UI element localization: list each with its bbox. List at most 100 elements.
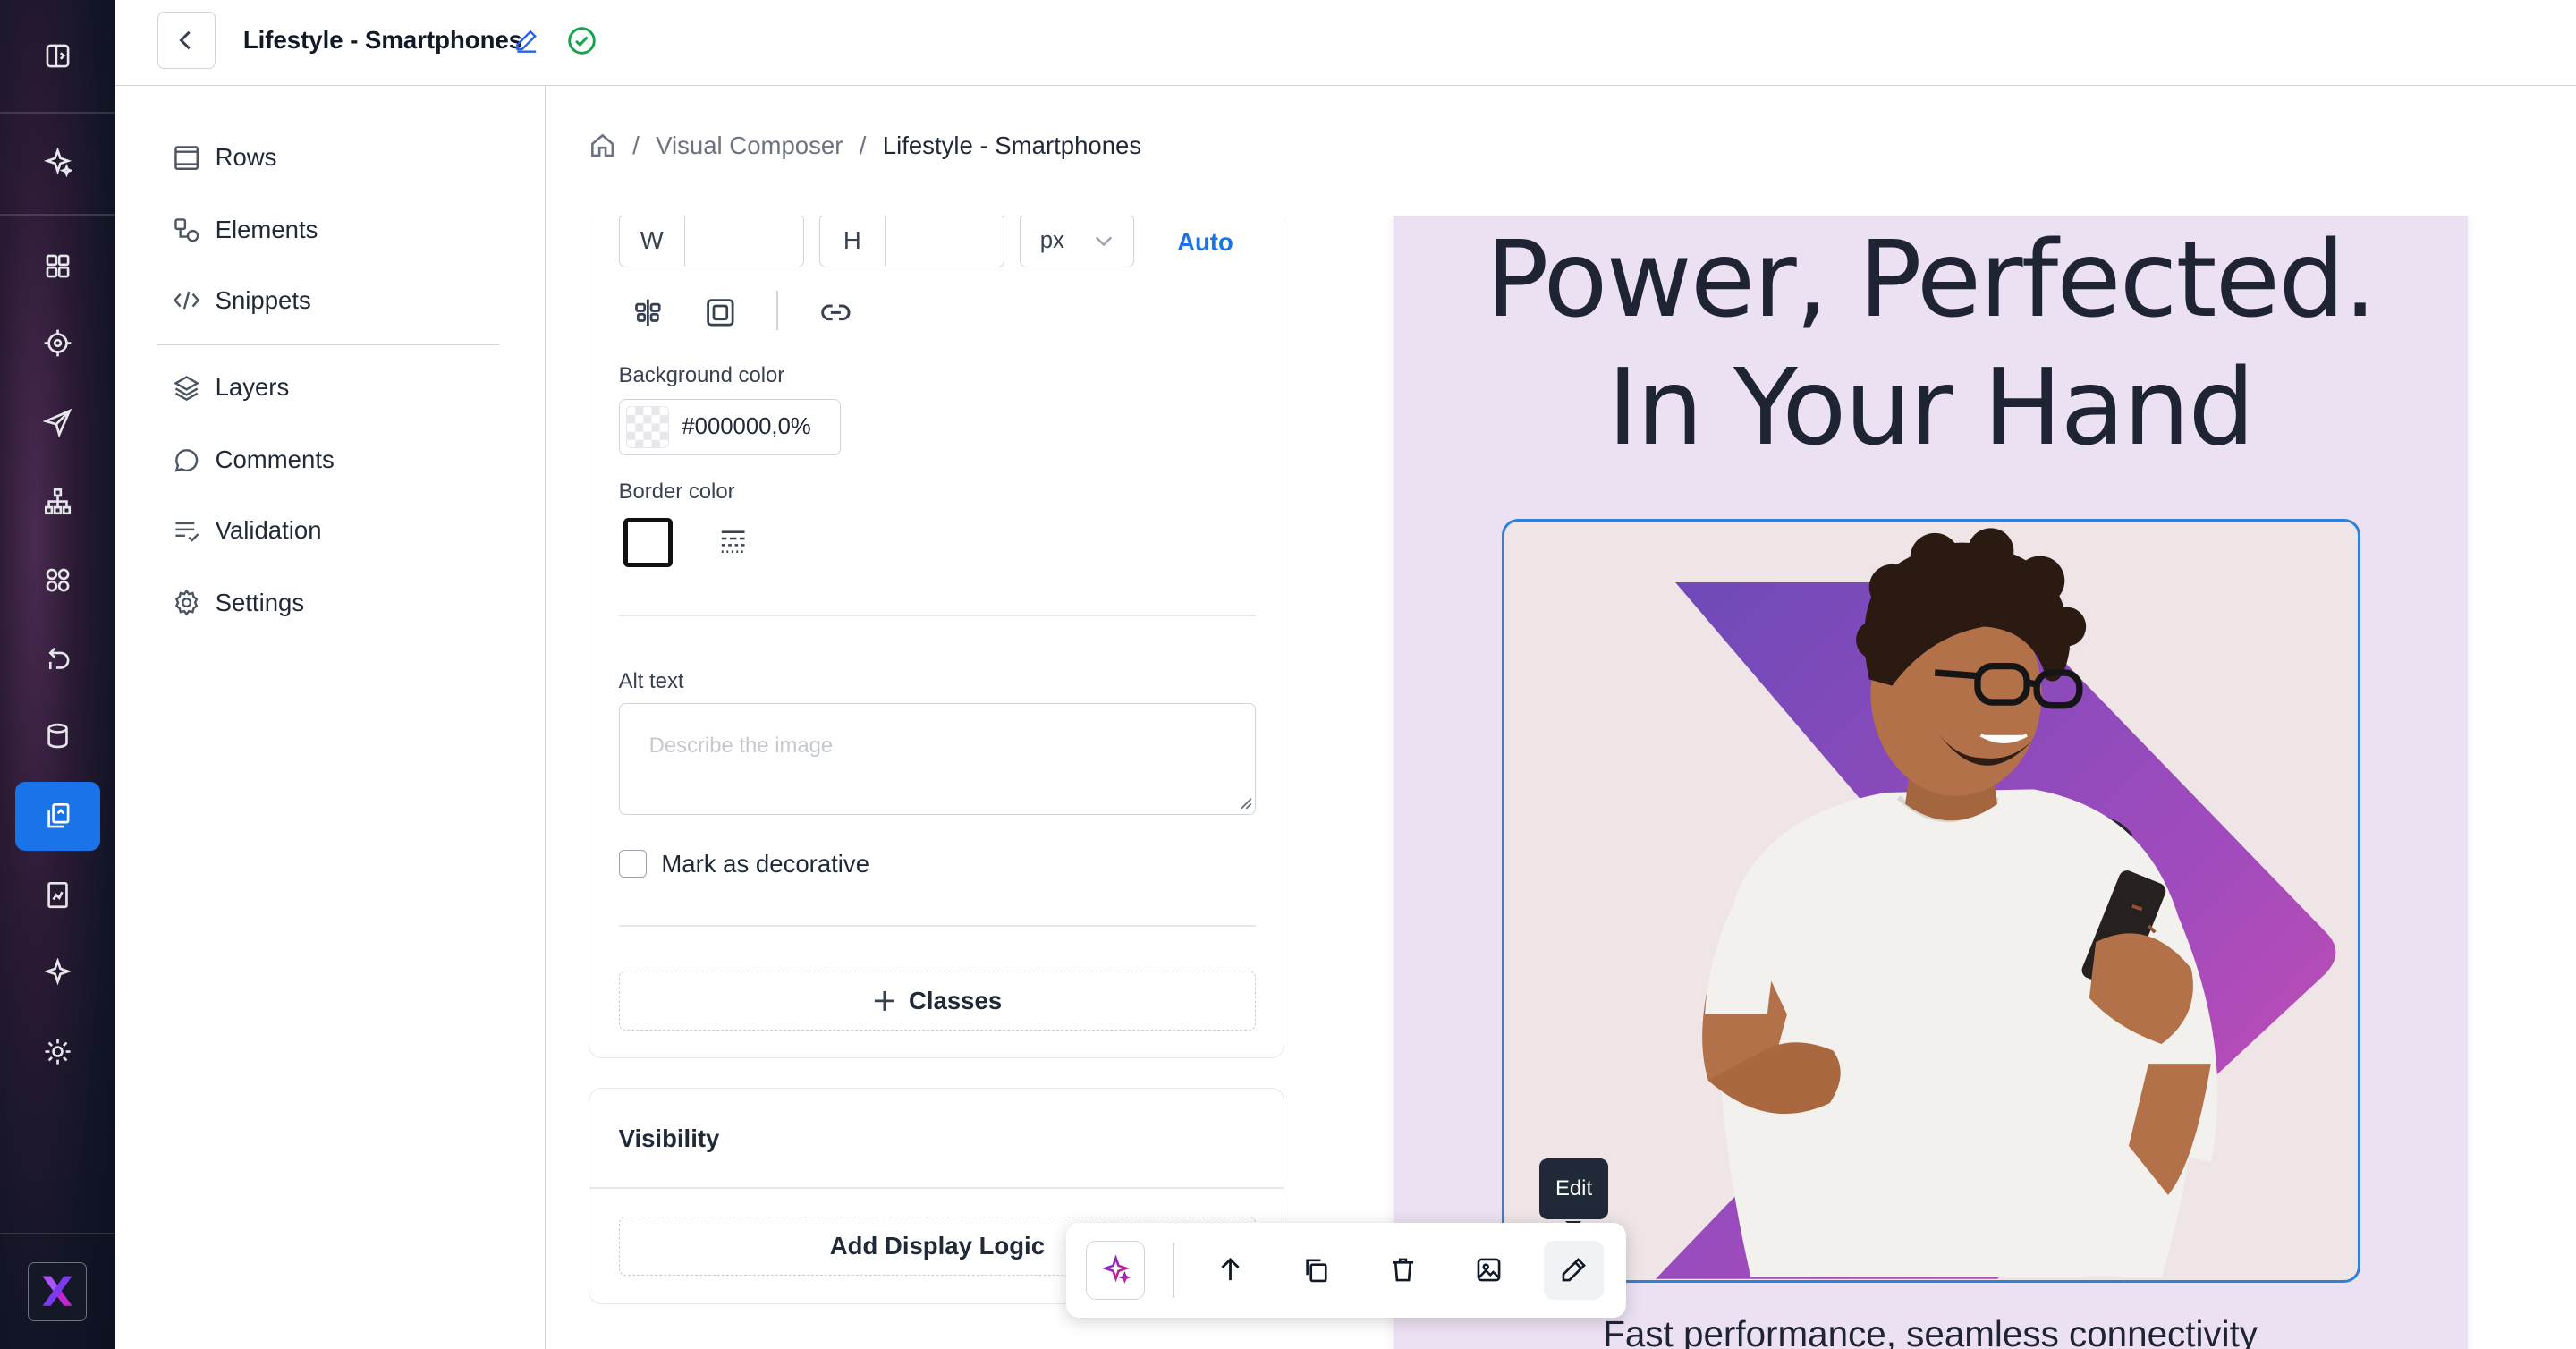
pages-icon[interactable] bbox=[14, 782, 101, 852]
section-divider bbox=[618, 925, 1257, 927]
fit-frame-icon[interactable] bbox=[704, 296, 737, 329]
home-icon[interactable] bbox=[589, 132, 616, 159]
database-icon[interactable] bbox=[15, 701, 101, 770]
breadcrumb: / Visual Composer / Lifestyle - Smartpho… bbox=[589, 131, 1142, 160]
decorative-checkbox[interactable] bbox=[618, 849, 647, 878]
chevron-left-icon bbox=[179, 30, 191, 50]
height-label: H bbox=[820, 215, 886, 267]
document-title: Lifestyle - Smartphones bbox=[242, 26, 523, 55]
alt-text-input[interactable]: Describe the image bbox=[618, 703, 1257, 815]
checklist-icon bbox=[175, 522, 199, 542]
bg-color-value: #000000,0% bbox=[682, 414, 811, 440]
sidebar-item-elements[interactable]: Elements bbox=[173, 210, 318, 250]
components-icon[interactable] bbox=[15, 546, 101, 615]
width-field[interactable]: W bbox=[618, 215, 805, 268]
menu-divider bbox=[157, 343, 500, 345]
send-icon[interactable] bbox=[15, 387, 101, 456]
hero-subheadline[interactable]: Fast performance, seamless connectivity bbox=[1394, 1313, 2468, 1349]
image-properties-panel: W H px Auto Background color #000000,0% … bbox=[588, 215, 1285, 1058]
decorative-label: Mark as decorative bbox=[661, 849, 870, 878]
visibility-divider bbox=[589, 1187, 1284, 1189]
width-input[interactable] bbox=[685, 216, 803, 267]
brand-logo bbox=[28, 1261, 88, 1321]
edit-button[interactable] bbox=[1544, 1240, 1604, 1300]
replace-image-button[interactable] bbox=[1459, 1241, 1518, 1300]
border-style-icon[interactable] bbox=[720, 529, 746, 555]
classes-label: Classes bbox=[909, 986, 1003, 1014]
person-with-phone-image bbox=[1504, 522, 2357, 1280]
back-button[interactable] bbox=[157, 11, 216, 70]
trash-icon bbox=[1392, 1258, 1414, 1282]
bg-color-picker[interactable]: #000000,0% bbox=[618, 399, 841, 455]
element-toolbar bbox=[1066, 1222, 1627, 1319]
add-classes-button[interactable]: Classes bbox=[618, 971, 1257, 1031]
visibility-title: Visibility bbox=[618, 1124, 720, 1153]
code-icon bbox=[173, 292, 200, 310]
chevron-down-icon bbox=[1096, 236, 1113, 247]
plus-icon bbox=[874, 990, 894, 1011]
arrow-up-icon bbox=[1221, 1258, 1240, 1281]
dashboard-icon[interactable] bbox=[15, 232, 101, 301]
resize-handle-icon[interactable] bbox=[1240, 797, 1253, 810]
edit-title-icon[interactable] bbox=[514, 28, 539, 53]
app-rail bbox=[0, 0, 115, 1349]
bg-color-label: Background color bbox=[618, 362, 785, 387]
ai-sparkle-icon bbox=[1101, 1255, 1131, 1285]
transparent-swatch bbox=[625, 405, 669, 449]
height-field[interactable]: H bbox=[818, 215, 1005, 268]
breadcrumb-visual-composer[interactable]: Visual Composer bbox=[656, 132, 843, 160]
section-divider bbox=[618, 614, 1257, 616]
comment-icon bbox=[174, 448, 199, 472]
editor-sidebar: Rows Elements Snippets Layers Comments V… bbox=[114, 85, 546, 1349]
pencil-icon bbox=[1562, 1258, 1586, 1282]
copy-icon bbox=[1305, 1259, 1327, 1283]
sidebar-item-rows[interactable]: Rows bbox=[173, 138, 276, 177]
hierarchy-icon[interactable] bbox=[15, 467, 101, 536]
breadcrumb-current: Lifestyle - Smartphones bbox=[882, 131, 1142, 159]
layers-icon bbox=[173, 375, 200, 401]
ai-assist-button[interactable] bbox=[1086, 1240, 1146, 1300]
delete-button[interactable] bbox=[1373, 1241, 1432, 1300]
target-icon[interactable] bbox=[15, 309, 101, 378]
border-color-swatch[interactable] bbox=[623, 517, 674, 567]
headline-line-1: Power, Perfected. bbox=[1485, 217, 2377, 341]
breadcrumb-separator: / bbox=[632, 131, 640, 159]
alt-text-label: Alt text bbox=[618, 668, 684, 693]
gear-icon[interactable] bbox=[15, 1017, 101, 1086]
height-input[interactable] bbox=[886, 216, 1004, 267]
sidebar-item-comments[interactable]: Comments bbox=[173, 440, 335, 479]
analytics-icon[interactable] bbox=[15, 861, 101, 929]
sidebar-item-snippets[interactable]: Snippets bbox=[173, 281, 311, 320]
duplicate-button[interactable] bbox=[1286, 1241, 1345, 1300]
hero-image[interactable] bbox=[1501, 519, 2361, 1284]
edit-tooltip: Edit bbox=[1538, 1158, 1609, 1229]
composer-canvas: Power, Perfected. In Your Hand Fast perf… bbox=[1284, 215, 2576, 1349]
top-bar: Lifestyle - Smartphones bbox=[114, 0, 2576, 86]
headline-line-2: In Your Hand bbox=[1606, 345, 2255, 469]
tool-separator bbox=[775, 291, 778, 331]
unit-select[interactable]: px bbox=[1019, 215, 1135, 268]
width-label: W bbox=[620, 215, 686, 267]
sidebar-item-layers[interactable]: Layers bbox=[173, 368, 289, 407]
gear-icon bbox=[174, 590, 199, 617]
link-icon[interactable] bbox=[819, 296, 852, 329]
select-parent-button[interactable] bbox=[1201, 1241, 1260, 1300]
toggle-sidebar-icon[interactable] bbox=[15, 21, 101, 90]
sidebar-item-validation[interactable]: Validation bbox=[173, 511, 322, 550]
toolbar-separator bbox=[1173, 1242, 1175, 1298]
unit-value: px bbox=[1039, 227, 1064, 253]
auto-size-button[interactable]: Auto bbox=[1177, 228, 1233, 257]
image-icon bbox=[1477, 1258, 1500, 1282]
rows-icon bbox=[174, 145, 199, 170]
align-center-icon[interactable] bbox=[631, 296, 665, 329]
sparkle-icon[interactable] bbox=[15, 938, 101, 1007]
border-color-label: Border color bbox=[618, 479, 735, 505]
elements-icon bbox=[174, 217, 199, 242]
add-display-logic-label: Add Display Logic bbox=[829, 1232, 1046, 1260]
saved-check-icon bbox=[567, 26, 597, 55]
breadcrumb-separator: / bbox=[859, 131, 867, 159]
ai-sparkle-icon[interactable] bbox=[15, 128, 101, 197]
sidebar-item-settings[interactable]: Settings bbox=[173, 583, 304, 623]
undo-history-icon[interactable] bbox=[15, 624, 101, 693]
decorative-checkbox-row[interactable]: Mark as decorative bbox=[618, 849, 870, 878]
